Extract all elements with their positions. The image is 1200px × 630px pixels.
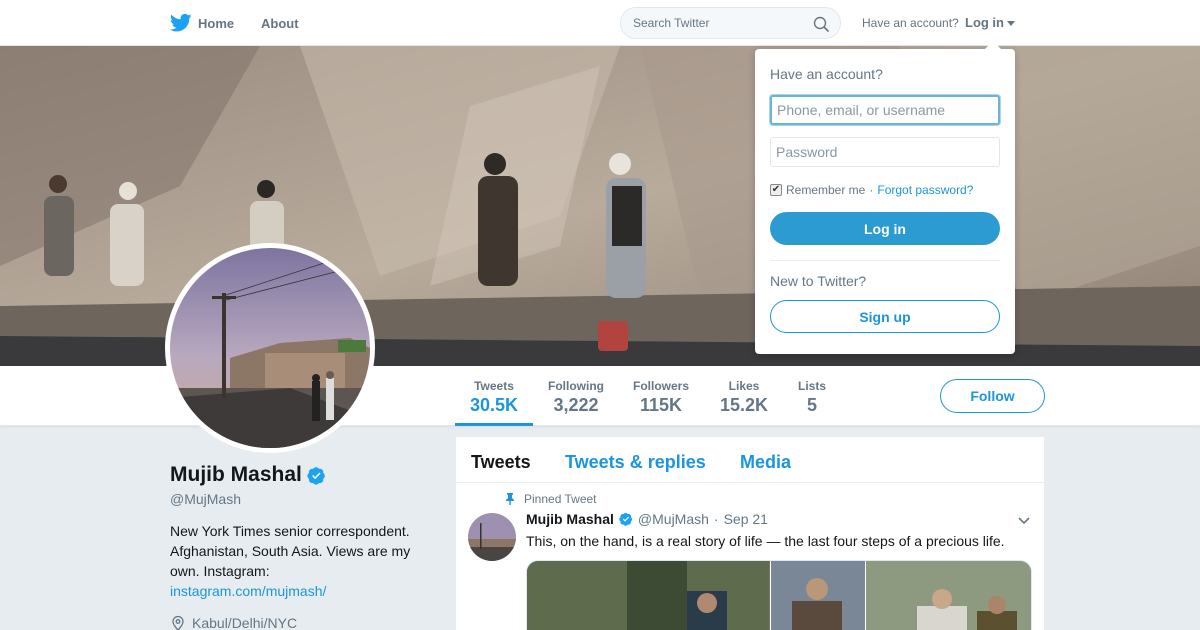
verified-badge-icon [619,512,633,526]
remember-me-checkbox[interactable]: ✔ [770,184,782,196]
login-dropdown-toggle[interactable]: Log in [965,15,1015,30]
remember-me-label[interactable]: Remember me [786,183,865,197]
password-field[interactable] [770,137,1000,167]
tweet-avatar[interactable] [468,513,516,561]
tweet-media-photo [527,561,1031,630]
tab-tweets-replies[interactable]: Tweets & replies [565,452,706,473]
chevron-down-icon[interactable] [1018,517,1030,525]
profile-name[interactable]: Mujib Mashal [170,463,326,487]
forgot-password-link[interactable]: Forgot password? [877,183,973,197]
tab-media[interactable]: Media [740,452,791,473]
new-to-twitter-text: New to Twitter? [770,273,867,289]
nav-home-label: Home [198,15,235,31]
stat-following[interactable]: Following 3,222 [541,366,611,426]
stat-value: 5 [806,395,817,415]
nav-about-link[interactable]: About [261,16,299,31]
login-button[interactable]: Log in [770,212,1000,245]
timeline-tabs: Tweets Tweets & replies Media [456,437,1044,483]
avatar-photo [170,248,370,448]
search-icon[interactable] [813,16,829,32]
follow-button[interactable]: Follow [940,379,1045,413]
pin-icon [506,493,514,505]
tweet-header: Mujib Mashal @MujMash · Sep 21 [526,511,768,527]
stat-likes[interactable]: Likes 15.2K [712,366,776,426]
profile-location: Kabul/Delhi/NYC [170,615,297,630]
profile-name-text: Mujib Mashal [170,463,302,486]
stat-lists[interactable]: Lists 5 [790,366,834,426]
stat-value: 30.5K [469,395,519,415]
nav-home-link[interactable]: Home [170,13,234,33]
profile-avatar[interactable] [165,243,375,453]
login-dropdown-title: Have an account? [770,66,883,82]
remember-separator: · [869,183,874,197]
stat-label: Likes [728,379,760,393]
tweet-media[interactable] [526,560,1032,630]
stat-value: 15.2K [719,395,769,415]
login-dropdown: Have an account? ✔ Remember me · Forgot … [755,41,1015,354]
stat-label: Following [548,379,604,393]
tweet-avatar-photo [468,513,516,561]
signup-button[interactable]: Sign up [770,300,1000,333]
profile-bio-text: New York Times senior correspondent. Afg… [170,523,411,579]
have-account-text: Have an account? [862,16,959,30]
location-text: Kabul/Delhi/NYC [192,615,298,630]
profile-handle[interactable]: @MujMash [170,491,241,507]
tab-tweets[interactable]: Tweets [471,452,531,473]
profile-bio: New York Times senior correspondent. Afg… [170,521,430,601]
tweet-date[interactable]: Sep 21 [724,511,768,527]
tweet-author-name[interactable]: Mujib Mashal [526,511,614,527]
stat-value: 115K [639,395,683,415]
pinned-label-text: Pinned Tweet [524,492,597,506]
tweet-separator: · [713,511,719,527]
top-nav: Home About Search Twitter Have an accoun… [0,0,1200,46]
username-field[interactable] [770,95,1000,125]
search-input[interactable]: Search Twitter [620,7,841,39]
timeline: Tweets Tweets & replies Media Pinned Twe… [456,437,1044,630]
remember-me-row: ✔ Remember me · Forgot password? [770,183,973,197]
location-pin-icon [172,615,184,630]
verified-badge-icon [307,466,325,485]
pinned-tweet-label: Pinned Tweet [504,492,597,506]
instagram-link[interactable]: instagram.com/mujmash/ [170,581,430,601]
stat-value: 3,222 [553,395,599,415]
divider [770,260,1000,261]
stat-label: Lists [797,379,826,393]
tweet-text: This, on the hand, is a real story of li… [526,533,1005,549]
caret-down-icon [1007,20,1015,26]
tweet-author-handle[interactable]: @MujMash [638,511,709,527]
stat-tweets[interactable]: Tweets 30.5K [455,366,533,426]
stat-label: Followers [632,379,689,393]
twitter-bird-icon [170,13,192,32]
search-placeholder: Search Twitter [633,16,710,30]
stat-label: Tweets [474,379,514,393]
stat-followers[interactable]: Followers 115K [626,366,696,426]
login-link-label: Log in [965,15,1004,30]
